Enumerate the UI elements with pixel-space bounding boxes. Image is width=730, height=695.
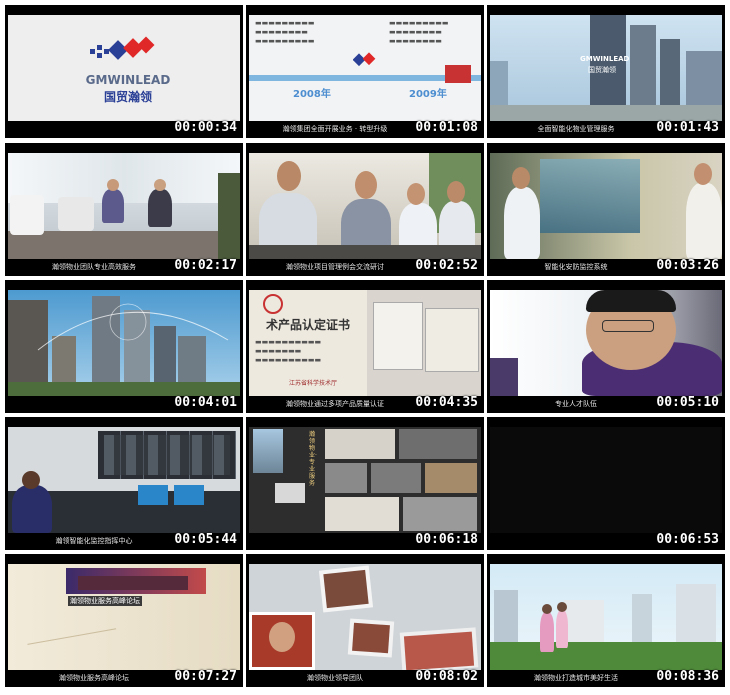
scene-family [490,564,722,670]
timestamp: 00:05:44 [174,532,237,547]
video-thumbnail-14[interactable]: 瀚领物业领导团队 00:08:02 [246,554,484,687]
year-label-right: 2009年 [409,89,447,100]
video-thumbnail-7[interactable]: 00:04:01 [5,280,243,413]
thumbnail-grid: GMWINLEAD 国贸瀚领 00:00:34 ▬▬▬▬▬▬▬▬▬ ▬▬▬▬▬▬▬… [5,5,725,690]
scene-portrait [490,290,722,396]
caption: 瀚领物业项目管理例会交流研讨 [286,263,384,271]
scene-city-logo: GMWINLEAD 国贸瀚领 [490,15,722,121]
video-thumbnail-8[interactable]: 术产品认定证书 ▬▬▬▬▬▬▬▬▬▬ ▬▬▬▬▬▬▬ ▬▬▬▬▬▬▬▬▬▬ 江苏省科… [246,280,484,413]
year-label-left: 2008年 [293,89,331,100]
timestamp: 00:01:43 [656,120,719,135]
caption: 瀚领集团全面开展业务 · 转型升级 [282,125,388,133]
photo-card [445,65,471,83]
timestamp: 00:08:02 [415,669,478,684]
timestamp: 00:03:26 [656,258,719,273]
video-thumbnail-15[interactable]: 瀚领物业打造城市美好生活 00:08:36 [487,554,725,687]
caption: 全面智能化物业管理服务 [537,125,615,133]
video-thumbnail-1[interactable]: GMWINLEAD 国贸瀚领 00:00:34 [5,5,243,138]
video-thumbnail-3[interactable]: GMWINLEAD 国贸瀚领 全面智能化物业管理服务 00:01:43 [487,5,725,138]
scene-control-room [8,427,240,533]
caption: 瀚领物业团队专业高效服务 [52,263,136,271]
caption: 智能化安防监控系统 [544,263,608,271]
mini-logo [352,51,377,69]
video-thumbnail-13[interactable]: 瀚领物业服务高峰论坛 瀚领物业服务高峰论坛 00:07:27 [5,554,243,687]
scene-forum: 瀚领物业服务高峰论坛 [8,564,240,670]
timestamp: 00:01:08 [415,120,478,135]
vertical-caption: 瀚领物业·专业服务 [309,431,317,487]
video-thumbnail-2[interactable]: ▬▬▬▬▬▬▬▬▬ ▬▬▬▬▬▬▬▬ ▬▬▬▬▬▬▬▬▬ ▬▬▬▬▬▬▬▬▬ ▬▬▬▬… [246,5,484,138]
scene-touchscreen [490,153,722,259]
timestamp: 00:08:36 [656,669,719,684]
video-thumbnail-10[interactable]: 瀚领智能化监控指挥中心 00:05:44 [5,417,243,550]
scene-logo-intro: GMWINLEAD 国贸瀚领 [8,15,240,121]
cert-stamp: 江苏省科学技术厅 [289,380,338,387]
timestamp: 00:02:52 [415,258,478,273]
caption: 瀚领物业领导团队 [307,674,363,682]
cert-emblem [263,294,283,314]
timestamp: 00:06:53 [656,532,719,547]
scene-timeline: ▬▬▬▬▬▬▬▬▬ ▬▬▬▬▬▬▬▬ ▬▬▬▬▬▬▬▬▬ ▬▬▬▬▬▬▬▬▬ ▬▬▬▬… [249,15,481,121]
scene-photo-collage [249,564,481,670]
scene-towers [8,290,240,396]
text-block-right: ▬▬▬▬▬▬▬▬▬ ▬▬▬▬▬▬▬▬ ▬▬▬▬▬▬▬▬ [389,19,449,45]
caption: 瀚领物业打造城市美好生活 [534,674,618,682]
timestamp: 00:04:35 [415,395,478,410]
video-thumbnail-11[interactable]: 瀚领物业·专业服务 00:06:18 [246,417,484,550]
video-thumbnail-6[interactable]: 智能化安防监控系统 00:03:26 [487,143,725,276]
video-thumbnail-12[interactable]: 00:06:53 [487,417,725,550]
logo-text-cn: 国贸瀚领 [103,90,152,104]
caption: 瀚领物业通过多项产品质量认证 [286,400,384,408]
timestamp: 00:05:10 [656,395,719,410]
timestamp: 00:06:18 [415,532,478,547]
timestamp: 00:07:27 [174,669,237,684]
logo-overlay: GMWINLEAD [580,55,630,63]
caption: 瀚领物业服务高峰论坛 [59,674,129,682]
logo-text-en: GMWINLEAD [85,73,171,87]
timestamp: 00:00:34 [174,120,237,135]
scene-collage: 瀚领物业·专业服务 [249,427,481,533]
scene-certificate: 术产品认定证书 ▬▬▬▬▬▬▬▬▬▬ ▬▬▬▬▬▬▬ ▬▬▬▬▬▬▬▬▬▬ 江苏省科… [249,290,481,396]
forum-banner: 瀚领物业服务高峰论坛 [68,596,142,606]
timestamp: 00:04:01 [174,395,237,410]
text-block-left: ▬▬▬▬▬▬▬▬▬ ▬▬▬▬▬▬▬▬ ▬▬▬▬▬▬▬▬▬ [255,19,315,45]
timestamp: 00:02:17 [174,258,237,273]
scene-lounge [8,153,240,259]
logo-overlay-cn: 国贸瀚领 [588,66,616,74]
video-thumbnail-9[interactable]: 专业人才队伍 00:05:10 [487,280,725,413]
cert-title: 术产品认定证书 [265,318,350,332]
caption: 瀚领智能化监控指挥中心 [55,537,133,545]
scene-meeting [249,153,481,259]
video-thumbnail-5[interactable]: 瀚领物业项目管理例会交流研讨 00:02:52 [246,143,484,276]
logo-mark [90,35,160,69]
scene-dark-transition [490,427,722,533]
caption: 专业人才队伍 [555,400,597,408]
video-thumbnail-4[interactable]: 瀚领物业团队专业高效服务 00:02:17 [5,143,243,276]
